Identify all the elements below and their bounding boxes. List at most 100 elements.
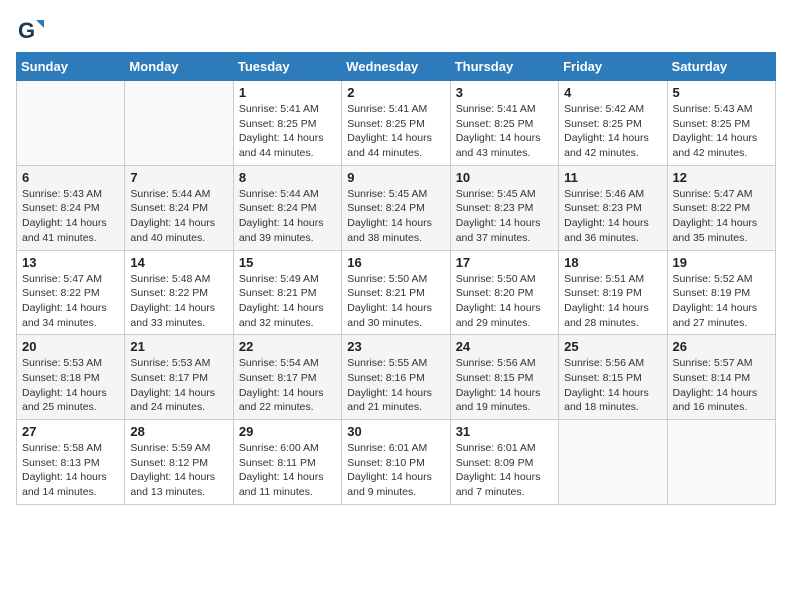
calendar-cell: 1Sunrise: 5:41 AMSunset: 8:25 PMDaylight… bbox=[233, 81, 341, 166]
cell-text: Daylight: 14 hours and 38 minutes. bbox=[347, 216, 444, 245]
cell-text: Daylight: 14 hours and 42 minutes. bbox=[673, 131, 770, 160]
calendar-cell: 23Sunrise: 5:55 AMSunset: 8:16 PMDayligh… bbox=[342, 335, 450, 420]
calendar-cell: 6Sunrise: 5:43 AMSunset: 8:24 PMDaylight… bbox=[17, 165, 125, 250]
cell-text: Sunrise: 5:45 AM bbox=[347, 187, 444, 202]
cell-text: Daylight: 14 hours and 7 minutes. bbox=[456, 470, 553, 499]
cell-text: Sunrise: 5:41 AM bbox=[347, 102, 444, 117]
cell-text: Sunrise: 6:00 AM bbox=[239, 441, 336, 456]
day-number: 27 bbox=[22, 424, 119, 439]
cell-text: Sunrise: 5:50 AM bbox=[456, 272, 553, 287]
day-number: 21 bbox=[130, 339, 227, 354]
header-cell-thursday: Thursday bbox=[450, 53, 558, 81]
day-number: 12 bbox=[673, 170, 770, 185]
day-number: 19 bbox=[673, 255, 770, 270]
day-number: 2 bbox=[347, 85, 444, 100]
cell-text: Daylight: 14 hours and 41 minutes. bbox=[22, 216, 119, 245]
cell-text: Sunset: 8:10 PM bbox=[347, 456, 444, 471]
day-number: 31 bbox=[456, 424, 553, 439]
cell-text: Daylight: 14 hours and 35 minutes. bbox=[673, 216, 770, 245]
header-cell-friday: Friday bbox=[559, 53, 667, 81]
cell-text: Sunset: 8:22 PM bbox=[22, 286, 119, 301]
cell-text: Sunset: 8:19 PM bbox=[673, 286, 770, 301]
cell-text: Sunset: 8:24 PM bbox=[239, 201, 336, 216]
calendar-cell: 10Sunrise: 5:45 AMSunset: 8:23 PMDayligh… bbox=[450, 165, 558, 250]
day-number: 1 bbox=[239, 85, 336, 100]
day-number: 11 bbox=[564, 170, 661, 185]
logo-icon: G bbox=[16, 16, 44, 44]
calendar-cell: 25Sunrise: 5:56 AMSunset: 8:15 PMDayligh… bbox=[559, 335, 667, 420]
cell-text: Sunrise: 5:44 AM bbox=[130, 187, 227, 202]
cell-text: Daylight: 14 hours and 29 minutes. bbox=[456, 301, 553, 330]
cell-text: Sunset: 8:25 PM bbox=[564, 117, 661, 132]
calendar-cell: 21Sunrise: 5:53 AMSunset: 8:17 PMDayligh… bbox=[125, 335, 233, 420]
calendar-cell: 30 Sunrise: 6:01 AMSunset: 8:10 PMDayligh… bbox=[342, 420, 450, 505]
day-number: 30 bbox=[347, 424, 444, 439]
header-cell-wednesday: Wednesday bbox=[342, 53, 450, 81]
cell-text: Daylight: 14 hours and 24 minutes. bbox=[130, 386, 227, 415]
cell-text: Sunset: 8:17 PM bbox=[239, 371, 336, 386]
cell-text: Daylight: 14 hours and 42 minutes. bbox=[564, 131, 661, 160]
day-number: 14 bbox=[130, 255, 227, 270]
cell-text: Sunrise: 5:43 AM bbox=[22, 187, 119, 202]
cell-text: Sunrise: 5:42 AM bbox=[564, 102, 661, 117]
calendar-cell: 7 Sunrise: 5:44 AMSunset: 8:24 PMDaylight… bbox=[125, 165, 233, 250]
calendar-cell: 27Sunrise: 5:58 AMSunset: 8:13 PMDayligh… bbox=[17, 420, 125, 505]
cell-text: Sunrise: 5:46 AM bbox=[564, 187, 661, 202]
logo: G bbox=[16, 16, 48, 44]
cell-text: Daylight: 14 hours and 9 minutes. bbox=[347, 470, 444, 499]
cell-text: Sunrise: 5:48 AM bbox=[130, 272, 227, 287]
cell-text: Sunset: 8:23 PM bbox=[456, 201, 553, 216]
calendar-cell: 24Sunrise: 5:56 AMSunset: 8:15 PMDayligh… bbox=[450, 335, 558, 420]
calendar-cell: 28Sunrise: 5:59 AMSunset: 8:12 PMDayligh… bbox=[125, 420, 233, 505]
cell-text: Sunrise: 5:45 AM bbox=[456, 187, 553, 202]
cell-text: Sunset: 8:21 PM bbox=[239, 286, 336, 301]
cell-text: Sunrise: 6:01 AM bbox=[456, 441, 553, 456]
day-number: 26 bbox=[673, 339, 770, 354]
cell-text: Sunset: 8:16 PM bbox=[347, 371, 444, 386]
cell-text: Sunset: 8:12 PM bbox=[130, 456, 227, 471]
day-number: 7 bbox=[130, 170, 227, 185]
cell-text: Sunset: 8:14 PM bbox=[673, 371, 770, 386]
day-number: 6 bbox=[22, 170, 119, 185]
cell-text: Sunrise: 5:59 AM bbox=[130, 441, 227, 456]
header-cell-tuesday: Tuesday bbox=[233, 53, 341, 81]
calendar-cell: 15Sunrise: 5:49 AMSunset: 8:21 PMDayligh… bbox=[233, 250, 341, 335]
calendar-cell: 14Sunrise: 5:48 AMSunset: 8:22 PMDayligh… bbox=[125, 250, 233, 335]
cell-text: Sunset: 8:24 PM bbox=[130, 201, 227, 216]
cell-text: Sunset: 8:22 PM bbox=[673, 201, 770, 216]
calendar-cell: 8Sunrise: 5:44 AMSunset: 8:24 PMDaylight… bbox=[233, 165, 341, 250]
cell-text: Sunset: 8:15 PM bbox=[456, 371, 553, 386]
calendar-cell: 18Sunrise: 5:51 AMSunset: 8:19 PMDayligh… bbox=[559, 250, 667, 335]
day-number: 22 bbox=[239, 339, 336, 354]
cell-text: Daylight: 14 hours and 25 minutes. bbox=[22, 386, 119, 415]
calendar-cell: 11Sunrise: 5:46 AMSunset: 8:23 PMDayligh… bbox=[559, 165, 667, 250]
calendar-cell: 12Sunrise: 5:47 AMSunset: 8:22 PMDayligh… bbox=[667, 165, 775, 250]
cell-text: Sunset: 8:20 PM bbox=[456, 286, 553, 301]
cell-text: Sunset: 8:25 PM bbox=[347, 117, 444, 132]
header-cell-sunday: Sunday bbox=[17, 53, 125, 81]
header-cell-saturday: Saturday bbox=[667, 53, 775, 81]
cell-text: Daylight: 14 hours and 44 minutes. bbox=[347, 131, 444, 160]
header-cell-monday: Monday bbox=[125, 53, 233, 81]
cell-text: Sunset: 8:21 PM bbox=[347, 286, 444, 301]
day-number: 16 bbox=[347, 255, 444, 270]
cell-text: Sunrise: 6:01 AM bbox=[347, 441, 444, 456]
calendar-cell: 2 Sunrise: 5:41 AMSunset: 8:25 PMDaylight… bbox=[342, 81, 450, 166]
day-number: 18 bbox=[564, 255, 661, 270]
day-number: 20 bbox=[22, 339, 119, 354]
cell-text: Sunrise: 5:51 AM bbox=[564, 272, 661, 287]
calendar-body: 1Sunrise: 5:41 AMSunset: 8:25 PMDaylight… bbox=[17, 81, 776, 505]
day-number: 15 bbox=[239, 255, 336, 270]
calendar-cell bbox=[559, 420, 667, 505]
calendar-week-3: 13Sunrise: 5:47 AMSunset: 8:22 PMDayligh… bbox=[17, 250, 776, 335]
day-number: 9 bbox=[347, 170, 444, 185]
day-number: 5 bbox=[673, 85, 770, 100]
calendar-cell: 17Sunrise: 5:50 AMSunset: 8:20 PMDayligh… bbox=[450, 250, 558, 335]
calendar-cell: 9Sunrise: 5:45 AMSunset: 8:24 PMDaylight… bbox=[342, 165, 450, 250]
calendar-week-2: 6Sunrise: 5:43 AMSunset: 8:24 PMDaylight… bbox=[17, 165, 776, 250]
cell-text: Sunrise: 5:56 AM bbox=[564, 356, 661, 371]
cell-text: Daylight: 14 hours and 40 minutes. bbox=[130, 216, 227, 245]
calendar-cell: 4Sunrise: 5:42 AMSunset: 8:25 PMDaylight… bbox=[559, 81, 667, 166]
cell-text: Sunrise: 5:41 AM bbox=[239, 102, 336, 117]
calendar-cell: 29Sunrise: 6:00 AMSunset: 8:11 PMDayligh… bbox=[233, 420, 341, 505]
